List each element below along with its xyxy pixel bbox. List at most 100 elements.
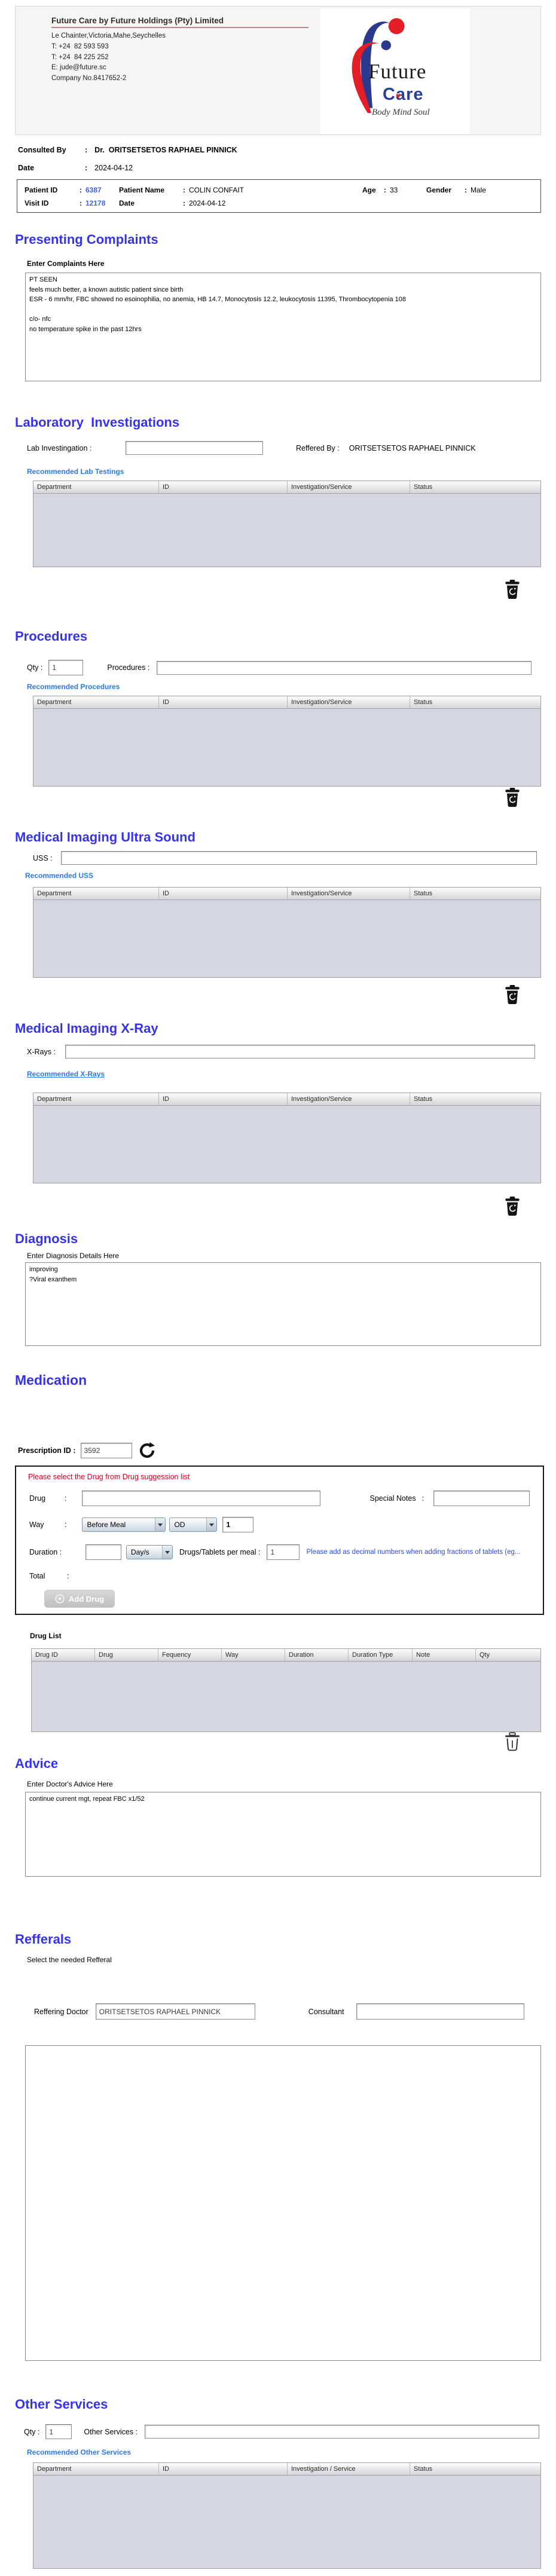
drug-col-drug: Drug	[95, 1649, 158, 1661]
drug-list-table-body	[31, 1662, 541, 1732]
patient-age-value: 33	[390, 186, 398, 194]
referrals-field-row: Reffering Doctor Consultant	[15, 2003, 541, 2020]
xray-label: X-Rays :	[27, 1047, 56, 1056]
drug-col-id: Drug ID	[32, 1649, 95, 1661]
other-col-investigation: Investigation / Service	[288, 2463, 410, 2475]
advice-sub-label: Enter Doctor's Advice Here	[27, 1780, 113, 1788]
add-drug-button[interactable]: Add Drug	[44, 1590, 115, 1608]
procedures-delete-trash-icon[interactable]	[505, 788, 520, 807]
per-meal-input[interactable]	[267, 1544, 300, 1560]
drug-input[interactable]	[82, 1491, 321, 1506]
duration-input[interactable]	[85, 1544, 121, 1560]
procedures-label: Procedures :	[107, 663, 150, 672]
diagnosis-textarea[interactable]: improving ?Viral exanthem	[25, 1262, 541, 1346]
patient-banner-row-2: Visit ID : 12178 Date : 2024-04-12	[25, 197, 533, 210]
drug-list-table: Drug ID Drug Fequency Way Duration Durat…	[15, 1648, 541, 1732]
drug-col-duration: Duration	[285, 1649, 349, 1661]
lab-trash-row	[15, 580, 541, 600]
other-services-input[interactable]	[145, 2425, 540, 2439]
procedures-field-row: Qty : Procedures :	[15, 660, 541, 675]
patient-id-value: 6387	[85, 186, 102, 194]
xray-delete-trash-icon[interactable]	[505, 1197, 520, 1216]
visit-date-value: 2024-04-12	[94, 164, 133, 172]
uss-input[interactable]	[60, 851, 537, 865]
drug-col-duration-type: Duration Type	[349, 1649, 413, 1661]
drug-name-row: Drug : Special Notes :	[29, 1491, 537, 1506]
recommended-xrays-link[interactable]: Recommended X-Rays	[27, 1070, 105, 1078]
referred-by-value: ORITSETSETOS RAPHAEL PINNICK	[349, 443, 476, 452]
lab-col-department: Department	[33, 481, 159, 493]
dose-input[interactable]	[222, 1517, 254, 1532]
duration-type-select[interactable]: Day/s	[126, 1545, 173, 1559]
special-notes-colon: :	[421, 1494, 424, 1503]
complaints-textarea[interactable]: PT SEEN feels much better, a known autis…	[25, 273, 541, 381]
special-notes-label: Special Notes	[369, 1494, 416, 1503]
xray-table-body	[33, 1106, 541, 1183]
patient-banner-row-1: Patient ID : 6387 Patient Name : COLIN C…	[25, 183, 533, 197]
referrals-sub-label: Select the needed Refferal	[27, 1956, 112, 1964]
add-drug-button-label: Add Drug	[68, 1594, 105, 1604]
drug-way-row: Way : Before Meal OD	[29, 1517, 254, 1532]
other-qty-input[interactable]	[45, 2424, 72, 2439]
diagnosis-sub-label: Enter Diagnosis Details Here	[27, 1252, 120, 1260]
recommended-lab-testings-link[interactable]: Recommended Lab Testings	[27, 467, 124, 476]
referring-doctor-label: Reffering Doctor	[34, 2007, 88, 2016]
logo-brand-top: Future	[368, 60, 427, 83]
lab-delete-trash-icon[interactable]	[505, 580, 520, 599]
visit-date-colon: :	[85, 164, 88, 172]
referring-doctor-input[interactable]	[95, 2003, 255, 2020]
logo-tagline: Body Mind Soul	[372, 108, 430, 117]
procedures-input[interactable]	[157, 660, 532, 675]
way-colon: :	[65, 1520, 67, 1529]
uss-col-investigation: Investigation/Service	[288, 888, 410, 900]
refresh-prescription-icon[interactable]	[138, 1442, 156, 1460]
recommended-uss-link[interactable]: Recommended USS	[25, 871, 93, 880]
lab-table: Department ID Investigation/Service Stat…	[15, 481, 541, 567]
company-address: Le Chainter,Victoria,Mahe,Seychelles	[51, 32, 166, 39]
visit-id-value: 12178	[85, 199, 106, 207]
prescription-id-input[interactable]	[80, 1443, 132, 1458]
procedures-table-body	[33, 709, 541, 787]
uss-delete-trash-icon[interactable]	[505, 985, 520, 1004]
xray-col-investigation: Investigation/Service	[288, 1093, 410, 1105]
patient-id-label: Patient ID	[25, 186, 58, 194]
advice-title: Advice	[15, 1756, 59, 1771]
drug-col-frequency: Fequency	[158, 1649, 222, 1661]
drug-list-delete-trash-icon[interactable]	[505, 1732, 520, 1751]
special-notes-input[interactable]	[433, 1491, 530, 1506]
other-services-field-row: Qty : Other Services :	[15, 2424, 541, 2439]
uss-label: USS :	[33, 853, 53, 862]
referral-list-box	[25, 2045, 541, 2361]
advice-textarea[interactable]: continue current mgt, repeat FBC x1/52	[25, 1792, 541, 1877]
xray-title: Medical Imaging X-Ray	[15, 1021, 158, 1036]
drug-list-trash-row	[15, 1732, 541, 1752]
duration-label: Duration :	[29, 1548, 62, 1556]
company-email: E: jude@future.sc	[51, 64, 106, 72]
other-services-title: Other Services	[15, 2397, 108, 2412]
lab-field-row: Lab Investingation : Reffered By : ORITS…	[15, 441, 541, 455]
procedures-table: Department ID Investigation/Service Stat…	[15, 696, 541, 787]
consulted-by-row: Consulted By : Dr. ORITSETSETOS RAPHAEL …	[18, 146, 541, 154]
xray-link-row: Recommended X-Rays	[15, 1069, 541, 1079]
drug-col-note: Note	[413, 1649, 476, 1661]
consultant-label: Consultant	[308, 2007, 344, 2016]
way-select-value: Before Meal	[87, 1520, 126, 1529]
lab-link-row: Recommended Lab Testings	[15, 466, 541, 477]
drug-label: Drug	[29, 1494, 46, 1503]
procedures-qty-input[interactable]	[48, 660, 84, 675]
medication-title: Medication	[15, 1372, 87, 1388]
xray-input[interactable]	[65, 1045, 535, 1058]
procedures-link-row: Recommended Procedures	[15, 681, 541, 692]
other-table-header: Department ID Investigation / Service St…	[33, 2462, 541, 2476]
consultant-input[interactable]	[356, 2003, 524, 2020]
chevron-down-icon	[162, 1546, 172, 1559]
recommended-other-services-link[interactable]: Recommended Other Services	[27, 2448, 131, 2456]
way-select[interactable]: Before Meal	[82, 1518, 166, 1532]
other-col-id: ID	[159, 2463, 288, 2475]
frequency-select[interactable]: OD	[169, 1518, 218, 1532]
total-label: Total	[29, 1572, 45, 1580]
consulted-by-label: Consulted By	[18, 146, 66, 154]
uss-col-department: Department	[33, 888, 159, 900]
recommended-procedures-link[interactable]: Recommended Procedures	[27, 683, 120, 691]
lab-investigation-input[interactable]	[126, 441, 263, 455]
